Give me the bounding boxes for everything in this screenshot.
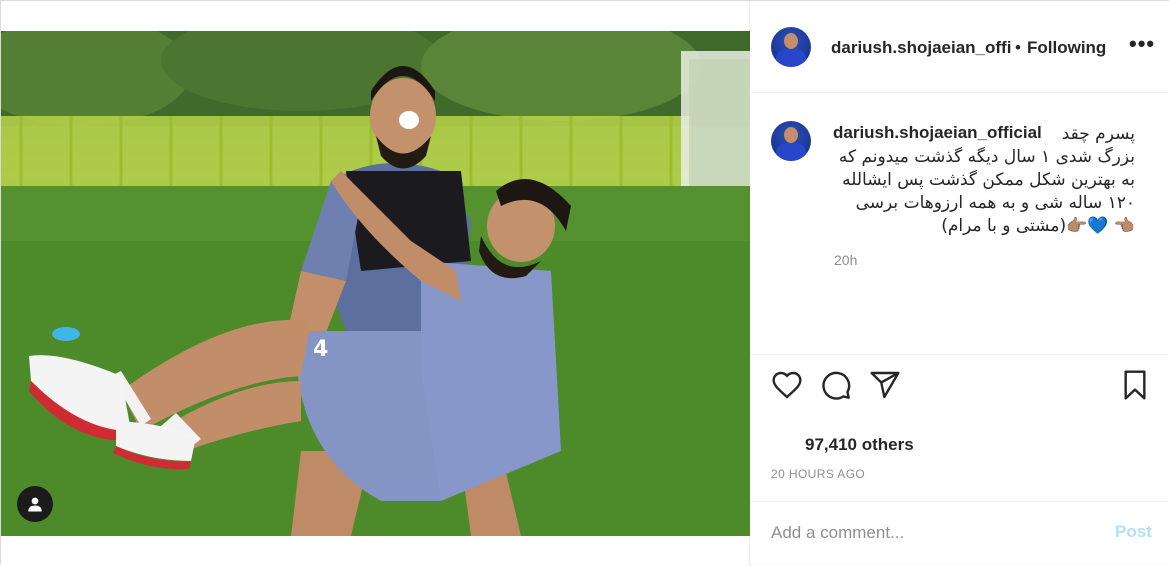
caption-avatar[interactable] <box>771 121 811 161</box>
avatar-shirt <box>776 143 806 161</box>
avatar-face <box>784 33 798 49</box>
svg-text:4: 4 <box>313 337 328 362</box>
photo-panel: 4 <box>1 1 750 566</box>
caption-line1: پسرم چقد <box>1061 124 1135 144</box>
action-bar <box>751 363 1169 411</box>
post-photo-illustration: 4 <box>1 31 750 536</box>
avatar-shirt <box>776 49 806 67</box>
comment-button[interactable] <box>820 369 852 406</box>
comment-box: Post <box>751 501 1169 565</box>
following-button[interactable]: Following <box>1027 38 1106 58</box>
caption-body: بزرگ شدی ۱ سال دیگه گذشت میدونم که به به… <box>838 147 1135 236</box>
like-button[interactable] <box>771 369 803 406</box>
post-photo[interactable]: 4 <box>1 31 750 536</box>
more-options-icon[interactable]: ••• <box>1129 31 1155 57</box>
comment-icon <box>822 371 851 400</box>
user-tag-icon <box>28 497 42 512</box>
header-username[interactable]: dariush.shojaeian_offic <box>831 38 1011 58</box>
save-button[interactable] <box>1119 369 1151 406</box>
share-button[interactable] <box>869 369 901 406</box>
bookmark-icon <box>1124 370 1146 400</box>
share-icon <box>870 371 900 399</box>
caption: پسرم چقد بزرگ شدی ۱ سال دیگه گذشت میدونم… <box>751 93 1169 355</box>
heart-icon <box>772 371 802 399</box>
follow-separator: • <box>1015 38 1021 57</box>
tag-button[interactable] <box>17 486 53 522</box>
avatar[interactable] <box>771 27 811 67</box>
caption-username[interactable]: dariush.shojaeian_official <box>833 123 1042 143</box>
post-header: dariush.shojaeian_offic • Following ••• <box>751 1 1169 93</box>
likes-count[interactable]: 97,410 others <box>805 435 914 455</box>
post-dialog: 4 dariush.shojaeian_offic • Following ••… <box>0 0 1169 566</box>
avatar-face <box>784 127 798 143</box>
post-comment-button[interactable]: Post <box>1115 522 1152 542</box>
posted-time[interactable]: 20 HOURS AGO <box>771 467 865 481</box>
post-sidebar: dariush.shojaeian_offic • Following ••• … <box>751 1 1169 565</box>
caption-timestamp[interactable]: 20h <box>834 252 857 268</box>
comment-input[interactable] <box>771 520 1091 546</box>
